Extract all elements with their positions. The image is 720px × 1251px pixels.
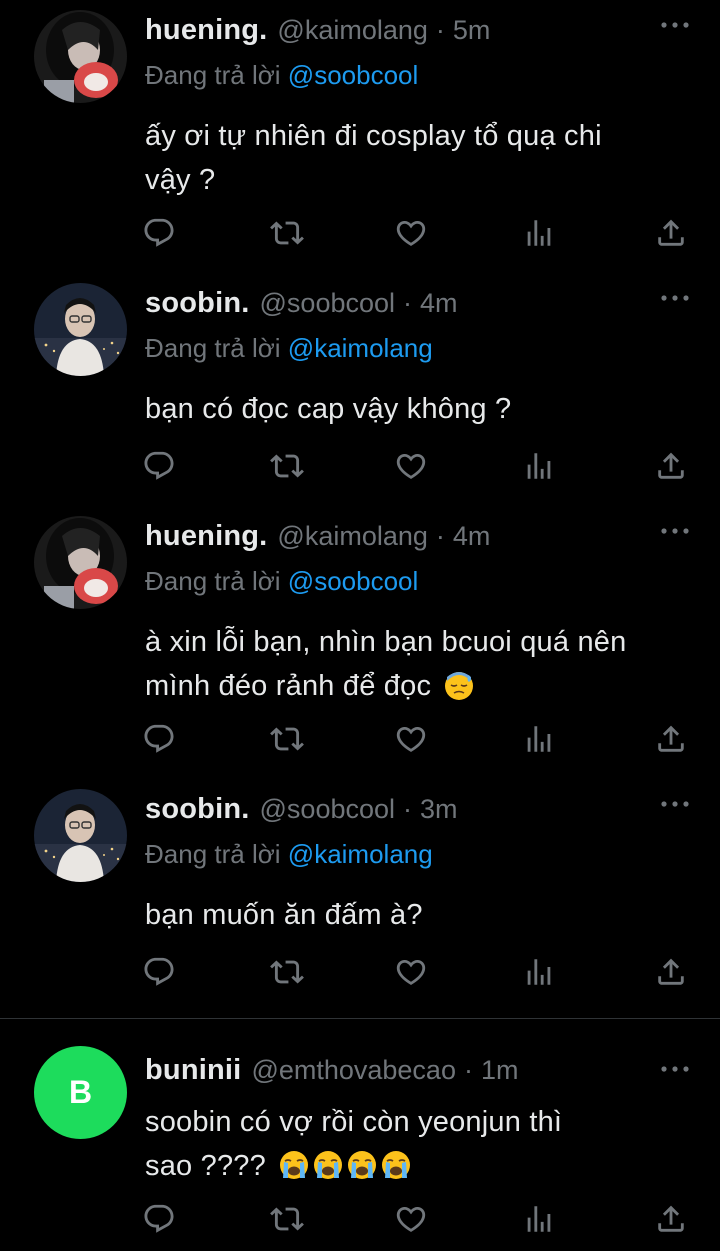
retweet-icon[interactable] [270, 955, 304, 989]
replying-label: Đang trả lời [145, 839, 281, 869]
tweet-text: bạn muốn ăn đấm à? [145, 893, 685, 937]
share-icon[interactable] [654, 955, 688, 989]
crying-face-icon [346, 1149, 378, 1181]
views-icon[interactable] [522, 1202, 556, 1236]
display-name[interactable]: soobin. [145, 287, 250, 320]
tweet-text-line: bạn muốn ăn đấm à? [145, 899, 423, 931]
replying-label: Đang trả lời [145, 333, 281, 363]
replying-label: Đang trả lời [145, 60, 281, 90]
tweet-text-line: à xin lỗi bạn, nhìn bạn bcuoi quá nên [145, 626, 627, 658]
reply-icon[interactable] [142, 1202, 176, 1236]
more-icon[interactable] [660, 293, 690, 303]
share-icon[interactable] [654, 216, 688, 250]
display-name[interactable]: soobin. [145, 793, 250, 826]
share-icon[interactable] [654, 722, 688, 756]
crying-face-icon [312, 1149, 344, 1181]
mention-link[interactable]: @kaimolang [288, 839, 433, 869]
mention-link[interactable]: @soobcool [288, 566, 418, 596]
divider [0, 1018, 720, 1019]
tweet-text: bạn có đọc cap vậy không ? [145, 387, 685, 431]
avatar[interactable]: B [34, 1046, 127, 1139]
like-icon[interactable] [394, 955, 428, 989]
share-icon[interactable] [654, 449, 688, 483]
separator: · [403, 288, 413, 318]
tweet-text: à xin lỗi bạn, nhìn bạn bcuoi quá nên mì… [145, 620, 685, 708]
separator: · [403, 794, 413, 824]
crying-face-icon [278, 1149, 310, 1181]
avatar[interactable] [34, 789, 127, 882]
more-icon[interactable] [660, 526, 690, 536]
crying-face-icon [380, 1149, 412, 1181]
tweet-text-line: soobin có vợ rồi còn yeonjun thì [145, 1106, 563, 1138]
tweet-text-line-2: mình đéo rảnh để đọc [145, 664, 685, 708]
tweet-text: soobin có vợ rồi còn yeonjun thì sao ???… [145, 1100, 685, 1188]
action-bar [0, 955, 720, 991]
display-name[interactable]: huening. [145, 520, 267, 553]
more-icon[interactable] [660, 799, 690, 809]
tweet-header: huening. @kaimolang · 4m [145, 520, 490, 554]
views-icon[interactable] [522, 216, 556, 250]
views-icon[interactable] [522, 722, 556, 756]
action-bar [0, 722, 720, 758]
like-icon[interactable] [394, 216, 428, 250]
timestamp[interactable]: 5m [453, 15, 491, 46]
avatar[interactable] [34, 283, 127, 376]
tweet-text-line-2: sao ???? [145, 1144, 685, 1188]
replying-to: Đang trả lời @soobcool [145, 60, 418, 91]
replying-to: Đang trả lời @soobcool [145, 566, 418, 597]
replying-label: Đang trả lời [145, 566, 281, 596]
share-icon[interactable] [654, 1202, 688, 1236]
tweet-text-line: vậy ? [145, 164, 216, 196]
action-bar [0, 216, 720, 252]
retweet-icon[interactable] [270, 449, 304, 483]
like-icon[interactable] [394, 449, 428, 483]
reply-icon[interactable] [142, 449, 176, 483]
mention-link[interactable]: @soobcool [288, 60, 418, 90]
avatar-letter: B [68, 1074, 93, 1110]
avatar[interactable] [34, 516, 127, 609]
like-icon[interactable] [394, 1202, 428, 1236]
user-handle[interactable]: @soobcool [260, 288, 396, 319]
tweet-header: soobin. @soobcool · 3m [145, 793, 458, 827]
tweet-text: ấy ơi tự nhiên đi cosplay tổ quạ chi vậy… [145, 114, 685, 202]
tweet-text-line: ấy ơi tự nhiên đi cosplay tổ quạ chi [145, 120, 602, 152]
timestamp[interactable]: 4m [420, 288, 458, 319]
timestamp[interactable]: 3m [420, 794, 458, 825]
user-handle[interactable]: @kaimolang [277, 521, 427, 552]
more-icon[interactable] [660, 1064, 690, 1074]
separator: · [435, 521, 445, 551]
action-bar [0, 449, 720, 485]
retweet-icon[interactable] [270, 1202, 304, 1236]
timestamp[interactable]: 4m [453, 521, 491, 552]
tweet-text-line: mình đéo rảnh để đọc [145, 670, 432, 702]
tweet-header: soobin. @soobcool · 4m [145, 287, 458, 321]
reply-icon[interactable] [142, 722, 176, 756]
display-name[interactable]: huening. [145, 14, 267, 47]
retweet-icon[interactable] [270, 216, 304, 250]
retweet-icon[interactable] [270, 722, 304, 756]
more-icon[interactable] [660, 20, 690, 30]
avatar[interactable] [34, 10, 127, 103]
tweet-text-line: bạn có đọc cap vậy không ? [145, 393, 512, 425]
user-handle[interactable]: @kaimolang [277, 15, 427, 46]
user-handle[interactable]: @soobcool [260, 794, 396, 825]
like-icon[interactable] [394, 722, 428, 756]
separator: · [435, 15, 445, 45]
views-icon[interactable] [522, 449, 556, 483]
reply-icon[interactable] [142, 216, 176, 250]
mention-link[interactable]: @kaimolang [288, 333, 433, 363]
tweet-header: huening. @kaimolang · 5m [145, 14, 490, 48]
user-handle[interactable]: @emthovabecao [251, 1055, 456, 1086]
separator: · [463, 1055, 473, 1085]
timestamp[interactable]: 1m [481, 1055, 519, 1086]
tweet-text-line: sao ???? [145, 1150, 266, 1182]
replying-to: Đang trả lời @kaimolang [145, 333, 433, 364]
tweet-header: buninii @emthovabecao · 1m [145, 1054, 518, 1088]
views-icon[interactable] [522, 955, 556, 989]
replying-to: Đang trả lời @kaimolang [145, 839, 433, 870]
downcast-sweat-face-icon [443, 669, 475, 701]
display-name[interactable]: buninii [145, 1054, 241, 1087]
action-bar [0, 1202, 720, 1238]
reply-icon[interactable] [142, 955, 176, 989]
